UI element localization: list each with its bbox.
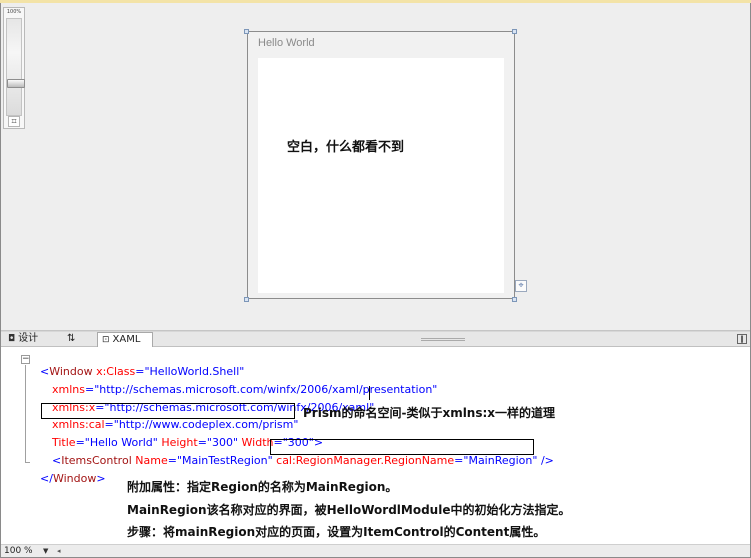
scroll-left-icon[interactable]: ◂ (57, 545, 61, 557)
outline-guide-end (25, 462, 30, 463)
xaml-view-icon: ⊡ (102, 335, 110, 345)
swap-panes-icon: ⇅ (67, 333, 76, 344)
selection-handle-top-middle[interactable] (378, 29, 379, 30)
collapse-pane-icon[interactable]: ‖ (737, 334, 747, 344)
outline-guide (25, 365, 26, 463)
prism-namespace-annotation: Prism的命名空间-类似于xmlns:x一样的道理 (303, 406, 556, 420)
code-line-7[interactable]: </Window> (33, 459, 106, 485)
annotation-main-region: MainRegion该名称对应的界面，被HelloWordlModule中的初始… (127, 503, 571, 517)
annotation-steps: 步骤：将mainRegion对应的页面，设置为ItemControl的Conte… (127, 525, 546, 539)
collapse-outline-icon[interactable]: − (21, 355, 30, 364)
crosshair-icon[interactable]: ⌖ (515, 280, 527, 292)
annotation-attached-property: 附加属性：指定Region的名称为MainRegion。 (127, 480, 398, 494)
zoom-slider-thumb[interactable] (7, 79, 25, 88)
swap-panes-button[interactable]: ⇅ (63, 332, 93, 347)
selection-handle-bottom-right[interactable] (512, 297, 517, 302)
status-bar: 100 % ▼ ◂ (1, 544, 750, 557)
blank-window-note: 空白，什么都看不到 (287, 140, 405, 155)
design-view-icon: ◘ (8, 334, 16, 344)
fit-to-screen-icon[interactable]: ⌗ (8, 116, 20, 127)
splitter-grip-icon[interactable] (421, 338, 465, 341)
text-caret (369, 386, 370, 400)
selection-handle-top-right[interactable] (512, 29, 517, 34)
tab-xaml[interactable]: ⊡ XAML (97, 332, 153, 347)
zoom-slider-track[interactable] (6, 18, 25, 116)
code-line-6[interactable]: <ItemsControl Name="MainTestRegion" cal:… (45, 441, 554, 467)
tab-design[interactable]: ◘ 设计 (4, 332, 58, 347)
chevron-down-icon[interactable]: ▼ (43, 545, 48, 557)
window-preview[interactable]: Hello World (247, 31, 515, 299)
selection-handle-bottom-left[interactable] (244, 297, 249, 302)
tab-design-label: 设计 (18, 333, 39, 344)
tab-xaml-label: XAML (112, 334, 141, 345)
zoom-control[interactable]: 100% ⌗ (3, 7, 25, 129)
zoom-level-label: 100% (6, 9, 22, 15)
window-preview-title: Hello World (258, 37, 315, 49)
selection-handle-top-left[interactable] (244, 29, 249, 34)
zoom-percentage[interactable]: 100 % (4, 545, 33, 557)
window-preview-client-area (258, 58, 504, 293)
view-tab-bar: ◘ 设计 ⇅ ⊡ XAML ‖ (1, 332, 750, 347)
